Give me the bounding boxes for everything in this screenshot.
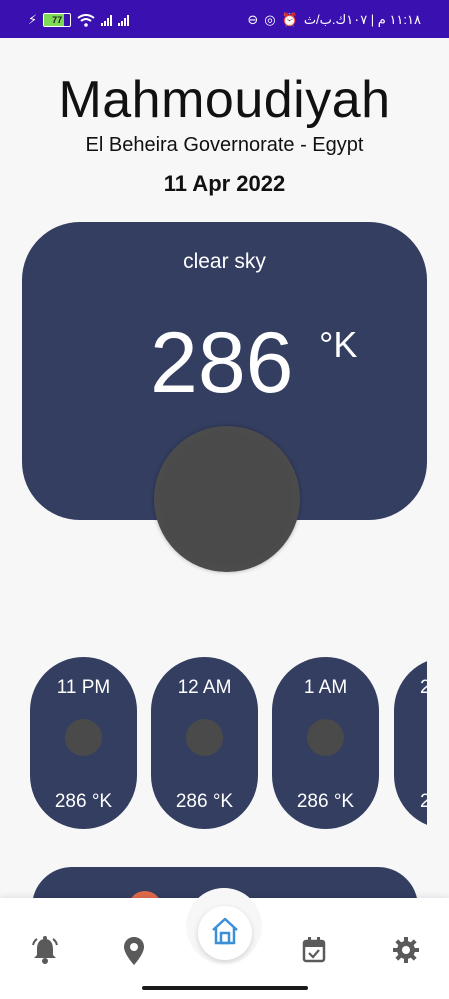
battery-level: 77	[52, 15, 63, 25]
status-bar: ⚡ 77 ⊖ ◎ ⏰ ١١:١٨ م | ١٠٧ك.ب/ث	[0, 0, 449, 38]
location-pin-icon[interactable]	[122, 936, 152, 966]
weather-condition: clear sky	[183, 250, 266, 273]
hourly-weather-icon	[65, 719, 102, 756]
whatsapp-icon: ◎	[264, 12, 276, 27]
hourly-time: 11 PM	[56, 677, 111, 698]
current-date: 11 Apr 2022	[163, 171, 286, 196]
gear-icon[interactable]	[392, 936, 422, 966]
battery-icon: 77	[43, 13, 72, 27]
calendar-check-icon[interactable]	[302, 936, 332, 966]
gesture-bar[interactable]	[142, 986, 308, 990]
region-name: El Beheira Governorate - Egypt	[85, 134, 364, 156]
wifi-icon	[77, 13, 95, 27]
home-icon	[212, 917, 238, 945]
sim-icon: ⊖	[247, 12, 259, 27]
hourly-temperature: 286 °K	[54, 791, 113, 812]
bell-icon[interactable]	[32, 936, 62, 966]
hourly-temperature: 2	[420, 791, 427, 812]
temperature-unit: °K	[319, 324, 358, 365]
hourly-card[interactable]: 2 2	[394, 657, 427, 829]
alarm-icon: ⏰	[281, 12, 298, 27]
home-button[interactable]	[198, 906, 252, 960]
hourly-forecast-list[interactable]: 11 PM 286 °K 12 AM 286 °K 1 AM 286 °K 2 …	[0, 657, 427, 829]
status-right: ⊖ ◎ ⏰ ١١:١٨ م | ١٠٧ك.ب/ث	[247, 12, 421, 28]
hourly-temperature: 286 °K	[296, 791, 355, 812]
city-name: Mahmoudiyah	[58, 71, 391, 129]
current-temperature: 286	[150, 315, 294, 411]
hourly-card[interactable]: 11 PM 286 °K	[30, 657, 137, 829]
hourly-card[interactable]: 12 AM 286 °K	[151, 657, 258, 829]
charging-icon: ⚡	[28, 12, 38, 27]
hourly-card[interactable]: 1 AM 286 °K	[272, 657, 379, 829]
hourly-time: 2	[420, 677, 427, 698]
hourly-weather-icon	[307, 719, 344, 756]
status-left: ⚡ 77	[28, 12, 130, 28]
hourly-weather-icon	[186, 719, 223, 756]
status-time: ١١:١٨ م | ١٠٧ك.ب/ث	[303, 12, 421, 27]
hourly-time: 12 AM	[177, 677, 232, 698]
signal-icon-1	[101, 14, 113, 26]
weather-condition-icon	[154, 426, 300, 572]
hourly-temperature: 286 °K	[175, 791, 234, 812]
hourly-time: 1 AM	[303, 677, 348, 698]
signal-icon-2	[118, 14, 130, 26]
